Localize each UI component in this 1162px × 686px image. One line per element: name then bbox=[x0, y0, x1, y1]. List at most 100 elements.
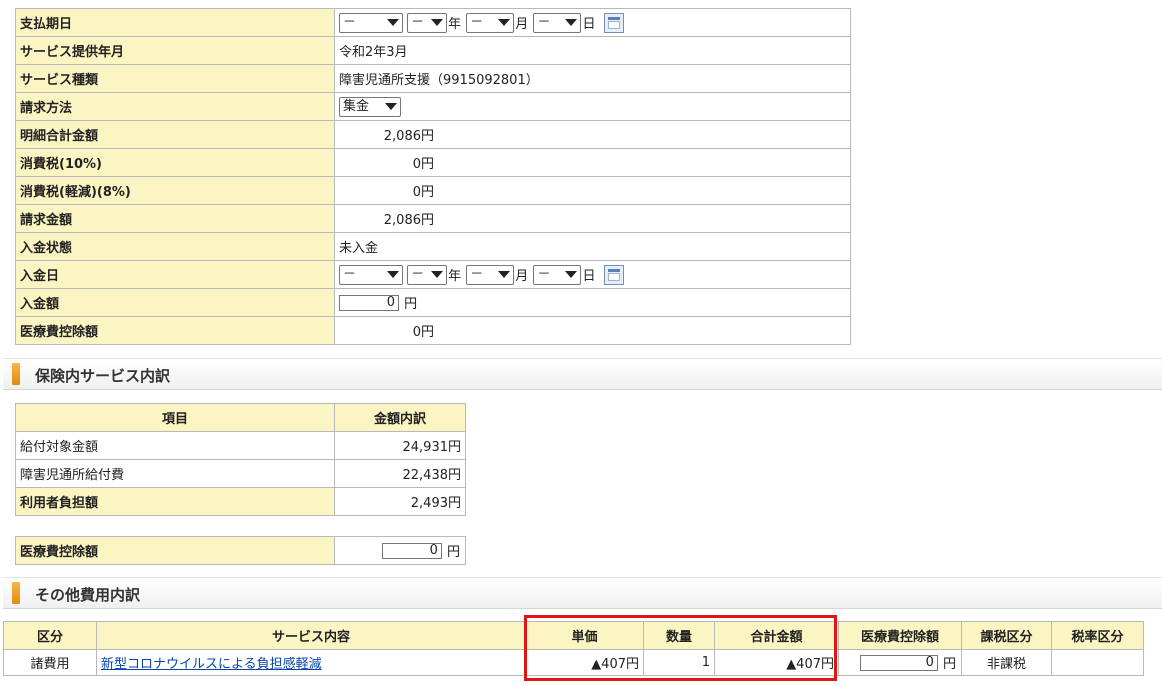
billed-value: 2,086円 bbox=[383, 213, 434, 228]
service-month-row: サービス提供年月 令和2年3月 bbox=[15, 36, 851, 65]
payment-date-year-select[interactable]: － bbox=[339, 264, 403, 285]
payment-amount-input[interactable]: 0 bbox=[339, 294, 399, 311]
day-unit: 日 bbox=[582, 269, 596, 284]
insurance-deduction-input[interactable]: 0 bbox=[381, 542, 442, 559]
insurance-breakdown-table: 項目 金額内訳 給付対象金額 24,931円 障害児通所給付費 22,438円 … bbox=[15, 403, 466, 516]
row-total: ▲407円 bbox=[714, 649, 839, 676]
billed-row: 請求金額 2,086円 bbox=[15, 204, 851, 233]
day-unit: 日 bbox=[582, 17, 596, 32]
other-header-row: 区分 サービス内容 単価 数量 合計金額 医療費控除額 課税区分 税率区分 bbox=[3, 621, 1144, 650]
tax10-value: 0円 bbox=[412, 157, 434, 172]
payment-date-era-select[interactable]: － bbox=[407, 264, 448, 285]
payment-date-field: － －年 －月 －日 bbox=[334, 260, 851, 289]
service-type-value: 障害児通所支援（9915092801） bbox=[334, 64, 851, 93]
other-costs-table: 区分 サービス内容 単価 数量 合計金額 医療費控除額 課税区分 税率区分 諸費… bbox=[3, 621, 1144, 676]
insurance-header-row: 項目 金額内訳 bbox=[15, 403, 466, 432]
service-month-label: サービス提供年月 bbox=[15, 36, 335, 65]
payment-due-month-select[interactable]: － bbox=[466, 12, 515, 33]
payment-date-month-select[interactable]: － bbox=[466, 264, 515, 285]
medical-deduction-label: 医療費控除額 bbox=[15, 316, 335, 345]
insurance-amount: 22,438円 bbox=[334, 459, 466, 488]
header-qty: 数量 bbox=[643, 621, 715, 650]
service-type-row: サービス種類 障害児通所支援（9915092801） bbox=[15, 64, 851, 93]
section-marker-icon bbox=[12, 363, 20, 385]
header-total: 合計金額 bbox=[714, 621, 839, 650]
tax8-row: 消費税(軽減)(8%) 0円 bbox=[15, 176, 851, 205]
payment-amount-row: 入金額 0 円 bbox=[15, 288, 851, 317]
yen-unit: 円 bbox=[942, 657, 956, 672]
detail-total-row: 明細合計金額 2,086円 bbox=[15, 120, 851, 149]
billing-method-field: 集金 bbox=[334, 92, 851, 121]
chevron-down-icon bbox=[498, 270, 511, 278]
header-deduction: 医療費控除額 bbox=[838, 621, 962, 650]
table-row: 給付対象金額 24,931円 bbox=[15, 431, 466, 460]
medical-deduction-row: 医療費控除額 0円 bbox=[15, 316, 851, 345]
insurance-item: 給付対象金額 bbox=[15, 431, 335, 460]
insurance-item: 利用者負担額 bbox=[15, 487, 335, 516]
insurance-item: 障害児通所給付費 bbox=[15, 459, 335, 488]
chevron-down-icon bbox=[387, 270, 399, 278]
billed-label: 請求金額 bbox=[15, 204, 335, 233]
payment-due-row: 支払期日 － －年 －月 －日 bbox=[15, 8, 851, 37]
payment-due-day-select[interactable]: － bbox=[533, 12, 582, 33]
chevron-down-icon bbox=[565, 18, 578, 26]
row-unit-price: ▲407円 bbox=[525, 649, 644, 676]
yen-unit: 円 bbox=[404, 297, 418, 312]
payment-due-year-select[interactable]: － bbox=[339, 12, 403, 33]
chevron-down-icon bbox=[431, 18, 444, 26]
detail-total-label: 明細合計金額 bbox=[15, 120, 335, 149]
detail-total-value: 2,086円 bbox=[383, 129, 434, 144]
row-tax-type: 非課税 bbox=[961, 649, 1052, 676]
insurance-deduction-row: 医療費控除額 0 円 bbox=[15, 536, 466, 565]
billing-method-row: 請求方法 集金 bbox=[15, 92, 851, 121]
insurance-header-item: 項目 bbox=[15, 403, 335, 432]
header-category: 区分 bbox=[3, 621, 97, 650]
insurance-deduction-table: 医療費控除額 0 円 bbox=[15, 536, 466, 565]
insurance-deduction-label: 医療費控除額 bbox=[15, 536, 335, 565]
payment-status-row: 入金状態 未入金 bbox=[15, 232, 851, 261]
month-unit: 月 bbox=[515, 17, 529, 32]
payment-status-label: 入金状態 bbox=[15, 232, 335, 261]
other-section-title: その他費用内訳 bbox=[35, 586, 141, 604]
insurance-section-header: 保険内サービス内訳 bbox=[3, 358, 1162, 390]
tax10-label: 消費税(10%) bbox=[15, 148, 335, 177]
chevron-down-icon bbox=[498, 18, 511, 26]
insurance-amount: 24,931円 bbox=[334, 431, 466, 460]
chevron-down-icon bbox=[387, 18, 399, 26]
medical-deduction-value: 0円 bbox=[412, 325, 434, 340]
row-service: 新型コロナウイルスによる負担感軽減 bbox=[96, 649, 526, 676]
insurance-header-amount: 金額内訳 bbox=[334, 403, 466, 432]
other-section-header: その他費用内訳 bbox=[3, 577, 1162, 609]
payment-date-row: 入金日 － －年 －月 －日 bbox=[15, 260, 851, 289]
billing-method-select[interactable]: 集金 bbox=[339, 96, 401, 117]
row-tax-rate bbox=[1051, 649, 1144, 676]
billing-method-label: 請求方法 bbox=[15, 92, 335, 121]
billing-detail-table: 支払期日 － －年 －月 －日 サービス提供年月 令和2年3月 サービス種類 障… bbox=[15, 8, 851, 345]
section-marker-icon bbox=[12, 582, 20, 604]
insurance-amount: 2,493円 bbox=[334, 487, 466, 516]
year-unit: 年 bbox=[448, 17, 462, 32]
insurance-section-title: 保険内サービス内訳 bbox=[35, 367, 171, 385]
service-link[interactable]: 新型コロナウイルスによる負担感軽減 bbox=[101, 657, 322, 672]
payment-date-day-select[interactable]: － bbox=[533, 264, 582, 285]
tax10-row: 消費税(10%) 0円 bbox=[15, 148, 851, 177]
chevron-down-icon bbox=[431, 270, 444, 278]
table-row: 諸費用 新型コロナウイルスによる負担感軽減 ▲407円 1 ▲407円 0 円 … bbox=[3, 649, 1144, 676]
year-unit: 年 bbox=[448, 269, 462, 284]
row-deduction-input[interactable]: 0 bbox=[859, 654, 938, 671]
header-unit-price: 単価 bbox=[525, 621, 644, 650]
payment-due-era-select[interactable]: － bbox=[407, 12, 448, 33]
calendar-icon[interactable] bbox=[603, 264, 624, 285]
month-unit: 月 bbox=[515, 269, 529, 284]
header-service: サービス内容 bbox=[96, 621, 526, 650]
chevron-down-icon bbox=[565, 270, 578, 278]
payment-due-field: － －年 －月 －日 bbox=[334, 8, 851, 37]
row-qty: 1 bbox=[643, 649, 715, 676]
payment-amount-label: 入金額 bbox=[15, 288, 335, 317]
payment-status-value: 未入金 bbox=[334, 232, 851, 261]
header-tax-type: 課税区分 bbox=[961, 621, 1052, 650]
calendar-icon[interactable] bbox=[603, 12, 624, 33]
payment-due-label: 支払期日 bbox=[15, 8, 335, 37]
chevron-down-icon bbox=[385, 102, 397, 110]
header-tax-rate: 税率区分 bbox=[1051, 621, 1144, 650]
